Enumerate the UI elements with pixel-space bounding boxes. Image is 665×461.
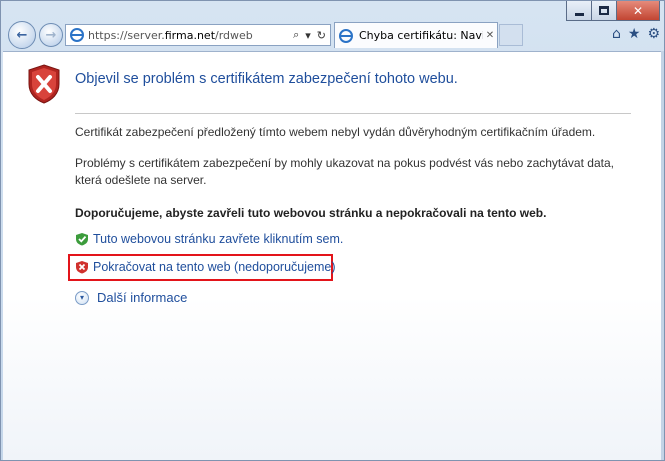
- recommendation-text: Doporučujeme, abyste zavřeli tuto webovo…: [75, 206, 547, 220]
- tab-close-icon[interactable]: ✕: [483, 30, 497, 41]
- red-shield-x-icon: [76, 261, 88, 274]
- navigation-bar: ← → https://server.firma.net/rdweb ⌕ ▾ ↻…: [1, 19, 665, 51]
- dropdown-icon[interactable]: ▾: [305, 29, 311, 42]
- ie-page-icon: [70, 28, 84, 42]
- maximize-icon: [599, 6, 609, 15]
- settings-gear-icon[interactable]: ⚙: [647, 26, 660, 42]
- close-page-link-row[interactable]: Tuto webovou stránku zavřete kliknutím s…: [75, 232, 343, 246]
- minimize-icon: [574, 12, 584, 16]
- tab-title: Chyba certifikátu: Navigace...: [359, 29, 483, 42]
- refresh-icon[interactable]: ↻: [317, 29, 326, 42]
- close-page-link[interactable]: Tuto webovou stránku zavřete kliknutím s…: [93, 232, 343, 246]
- home-icon[interactable]: ⌂: [612, 26, 621, 42]
- browser-window: ✕ ← → https://server.firma.net/rdweb ⌕ ▾…: [0, 0, 665, 461]
- green-shield-check-icon: [76, 233, 88, 246]
- window-controls: ✕: [566, 1, 660, 21]
- address-bar[interactable]: https://server.firma.net/rdweb ⌕ ▾ ↻: [65, 24, 331, 46]
- certificate-description: Certifikát zabezpečení předložený tímto …: [75, 125, 596, 139]
- toolbar-icons: ⌂ ★ ⚙: [612, 26, 660, 42]
- page-title: Objevil se problém s certifikátem zabezp…: [75, 71, 458, 87]
- url-text[interactable]: https://server.firma.net/rdweb: [88, 29, 293, 42]
- close-window-button[interactable]: ✕: [616, 1, 660, 21]
- forward-button[interactable]: →: [39, 23, 63, 47]
- tab-certificate-error[interactable]: Chyba certifikátu: Navigace... ✕: [334, 22, 498, 48]
- minimize-button[interactable]: [566, 1, 592, 21]
- maximize-button[interactable]: [591, 1, 617, 21]
- divider: [75, 113, 631, 114]
- close-icon: ✕: [632, 3, 644, 18]
- more-information-row[interactable]: ▾ Další informace: [75, 290, 187, 305]
- url-domain: firma.net: [164, 28, 216, 42]
- error-shield-icon: [28, 64, 60, 104]
- expand-chevron-icon[interactable]: ▾: [75, 290, 89, 305]
- url-prefix: https://server.: [88, 28, 165, 42]
- page-content: Objevil se problém s certifikátem zabezp…: [3, 51, 663, 460]
- more-information-link[interactable]: Další informace: [97, 290, 187, 305]
- forward-arrow-icon: →: [45, 27, 57, 43]
- url-suffix: /rdweb: [215, 28, 253, 42]
- continue-link-row[interactable]: Pokračovat na tento web (nedoporučujeme): [75, 260, 336, 274]
- new-tab-button[interactable]: [499, 24, 523, 46]
- back-arrow-icon: ←: [16, 27, 28, 43]
- favorites-star-icon[interactable]: ★: [628, 26, 641, 42]
- back-button[interactable]: ←: [8, 21, 36, 49]
- search-icon[interactable]: ⌕: [293, 28, 299, 42]
- window-edge: [661, 51, 664, 460]
- continue-to-website-link[interactable]: Pokračovat na tento web (nedoporučujeme): [93, 260, 336, 274]
- risk-description: Problémy s certifikátem zabezpečení by m…: [75, 156, 614, 187]
- ie-tab-icon: [339, 28, 353, 43]
